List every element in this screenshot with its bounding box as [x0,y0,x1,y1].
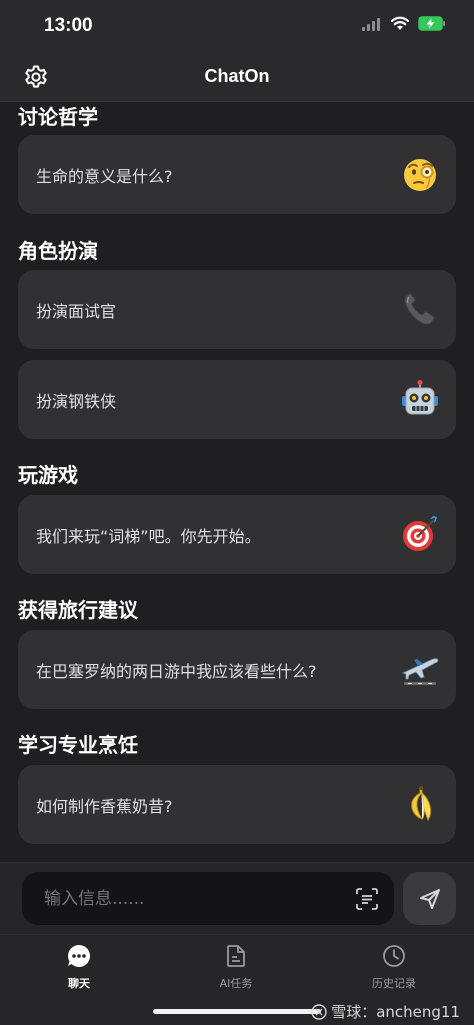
tab-history[interactable]: 历史记录 [334,943,454,991]
send-button[interactable] [403,872,456,925]
app-header: ChatOn [0,54,474,102]
composer [0,862,474,935]
section-title-philosophy: 讨论哲学 [18,105,98,129]
battery-charging-icon [418,16,446,35]
status-time: 13:00 [44,15,93,36]
section-title-travel: 获得旅行建议 [18,598,138,622]
prompt-card-iron-man[interactable]: 扮演钢铁侠 [18,360,456,439]
suggestions-list[interactable]: 讨论哲学 生命的意义是什么? 角色扮演 扮演面试官 扮演钢铁侠 玩游戏 我们来玩… [0,102,474,862]
cellular-signal-icon [362,16,382,35]
prompt-card-label: 如何制作香蕉奶昔? [36,797,173,816]
section-title-cooking: 学习专业烹饪 [18,733,138,757]
section-title-games: 玩游戏 [18,463,78,487]
prompt-card-label: 扮演面试官 [36,302,117,321]
app-title: ChatOn [204,66,270,86]
direct-hit-emoji [403,516,437,551]
prompt-card-barcelona[interactable]: 在巴塞罗纳的两日游中我应该看些什么? [18,630,456,709]
xueqiu-logo-icon [311,1003,327,1020]
send-icon [419,888,440,909]
chat-bubble-icon [68,944,91,967]
telephone-receiver-emoji [404,293,435,325]
tab-label: 历史记录 [372,977,416,990]
airplane-departure-emoji [401,658,439,685]
app-screen: 13:00 ChatOn 讨论哲学 生命的意义是什么? 角色扮演 扮演面试官 扮… [0,0,474,1025]
message-input[interactable] [42,888,346,910]
prompt-card-label: 生命的意义是什么? [36,167,173,186]
watermark: 雪球：ancheng11 [311,1001,460,1022]
status-bar: 13:00 [0,0,474,54]
prompt-card-banana-shake[interactable]: 如何制作香蕉奶昔? [18,765,456,844]
message-input-box[interactable] [22,872,394,925]
prompt-card-meaning-of-life[interactable]: 生命的意义是什么? [18,135,456,214]
robot-emoji [402,380,438,415]
watermark-text: 雪球：ancheng11 [331,1003,460,1021]
tab-label: AI任务 [219,977,253,990]
prompt-card-label: 在巴塞罗纳的两日游中我应该看些什么? [36,662,317,681]
status-icons [362,16,446,35]
home-indicator[interactable] [153,1009,321,1014]
prompt-card-label: 扮演钢铁侠 [36,392,117,411]
clock-icon [383,945,405,967]
prompt-card-word-ladder[interactable]: 我们来玩“词梯”吧。你先开始。 [18,495,456,574]
document-icon [227,945,245,967]
section-title-role-play: 角色扮演 [18,239,98,263]
tab-ai-tasks[interactable]: AI任务 [176,943,296,991]
tab-label: 聊天 [68,977,90,990]
banana-emoji [411,786,432,822]
tab-chat[interactable]: 聊天 [19,943,139,991]
prompt-card-interviewer[interactable]: 扮演面试官 [18,270,456,349]
monocle-face-emoji [404,159,436,191]
scan-text-icon[interactable] [354,886,380,912]
prompt-card-label: 我们来玩“词梯”吧。你先开始。 [36,527,261,546]
wifi-icon [390,16,410,35]
